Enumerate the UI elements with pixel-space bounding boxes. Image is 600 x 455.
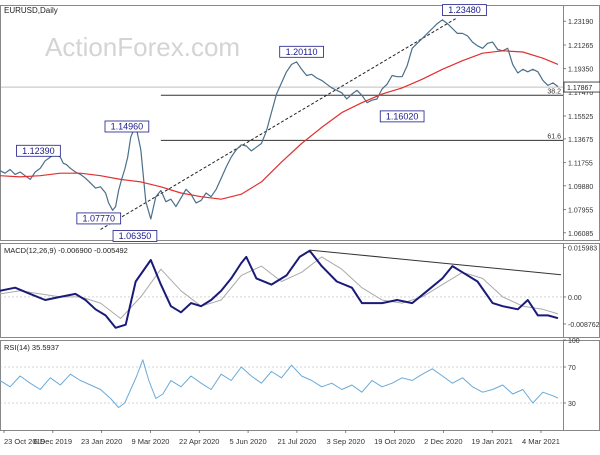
price-ytick-label-9: 1.06085	[568, 231, 593, 238]
watermark-text: ActionForex.com	[45, 32, 240, 62]
chart-svg: ActionForex.com 38.2 61.6 1.23480 1.20110 1.1…	[0, 4, 600, 446]
price-panel-title: EURUSD,Daily	[4, 6, 58, 15]
x-tick-label-7: 3 Sep 2020	[327, 437, 365, 446]
macd-ytick-label-1: 0.00	[568, 295, 582, 302]
rsi-ytick-label-1: 70	[568, 365, 576, 372]
price-annotation-text-5: 1.07770	[82, 213, 115, 223]
x-tick-label-4: 22 Apr 2020	[179, 437, 219, 446]
price-annotation-text-4: 1.12390	[22, 146, 55, 156]
x-tick-label-10: 19 Jan 2021	[472, 437, 513, 446]
price-annotation-text-3: 1.14960	[111, 121, 144, 131]
rsi-ytick-label-0: 100	[568, 338, 580, 345]
x-tick-label-6: 21 Jul 2020	[278, 437, 317, 446]
price-annotation-text-2: 1.16020	[386, 111, 419, 121]
price-annotation-text-0: 1.23480	[448, 5, 481, 15]
macd-ytick-label-0: 0.015983	[568, 246, 597, 253]
price-ytick-label-5: 1.13675	[568, 137, 593, 144]
price-ytick-label-2: 1.19350	[568, 67, 593, 74]
macd-ytick-label-2: -0.008762	[568, 322, 600, 329]
rsi-panel-frame	[0, 340, 600, 431]
current-price-tag-text: 1.17867	[567, 85, 592, 92]
price-ytick-label-4: 1.15525	[568, 114, 593, 121]
x-tick-label-9: 2 Dec 2020	[424, 437, 462, 446]
price-ytick-label-6: 1.11755	[568, 161, 593, 168]
x-tick-label-5: 5 Jun 2020	[230, 437, 267, 446]
price-annotation-text-6: 1.06350	[119, 231, 152, 241]
fib-level-label-1: 61.6	[547, 133, 561, 140]
price-ytick-label-8: 1.07955	[568, 208, 593, 215]
rsi-ytick-label-2: 30	[568, 401, 576, 408]
x-tick-label-3: 9 Mar 2020	[131, 437, 169, 446]
x-tick-label-2: 23 Jan 2020	[81, 437, 122, 446]
x-tick-label-8: 19 Oct 2020	[374, 437, 415, 446]
price-ytick-label-1: 1.21265	[568, 43, 593, 50]
macd-panel-title: MACD(12,26,9) -0.006900 -0.005492	[4, 246, 128, 255]
price-ytick-label-7: 1.09880	[568, 184, 593, 191]
price-annotation-text-1: 1.20110	[286, 47, 318, 57]
price-ytick-label-0: 1.23190	[568, 19, 593, 26]
x-tick-label-11: 4 Mar 2021	[522, 437, 560, 446]
x-tick-label-1: 6 Dec 2019	[34, 437, 72, 446]
rsi-panel-title: RSI(14) 35.5937	[4, 343, 59, 352]
fib-level-label-0: 38.2	[547, 88, 561, 95]
chart-container: ActionForex.com 38.2 61.6 1.23480 1.20110 1.1…	[0, 0, 600, 450]
